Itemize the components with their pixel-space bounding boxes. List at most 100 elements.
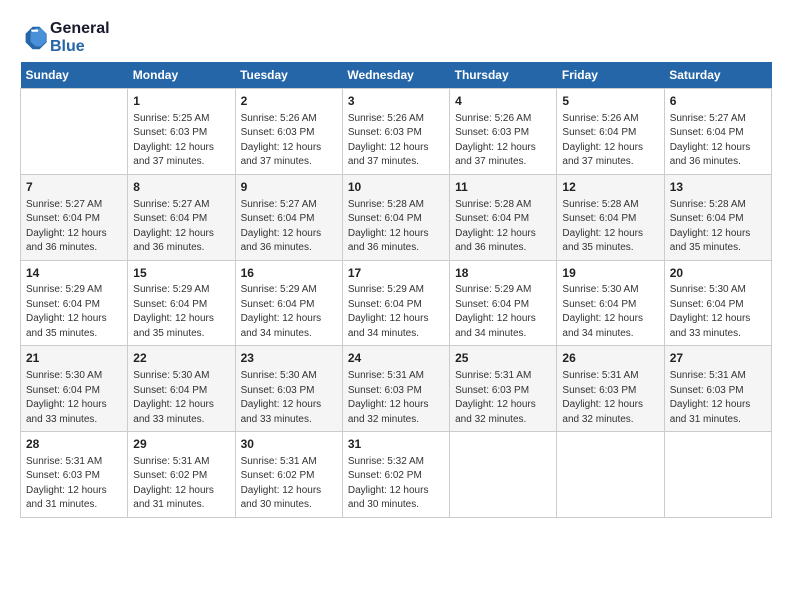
day-info: Sunrise: 5:31 AM Sunset: 6:02 PM Dayligh… — [133, 455, 229, 513]
page-header: General Blue — [20, 20, 772, 56]
weekday-header-tuesday: Tuesday — [235, 62, 342, 89]
weekday-header-wednesday: Wednesday — [342, 62, 449, 89]
day-info: Sunrise: 5:29 AM Sunset: 6:04 PM Dayligh… — [348, 283, 444, 341]
calendar-week-row: 14Sunrise: 5:29 AM Sunset: 6:04 PM Dayli… — [21, 260, 772, 346]
day-number: 9 — [241, 179, 337, 196]
calendar-cell: 17Sunrise: 5:29 AM Sunset: 6:04 PM Dayli… — [342, 260, 449, 346]
calendar-cell: 18Sunrise: 5:29 AM Sunset: 6:04 PM Dayli… — [450, 260, 557, 346]
calendar-cell: 4 Sunrise: 5:26 AM Sunset: 6:03 PM Daylig… — [450, 89, 557, 175]
day-info: Sunrise: 5:31 AM Sunset: 6:02 PM Dayligh… — [241, 455, 337, 513]
day-number: 14 — [26, 265, 122, 282]
day-info: Sunrise: 5:27 AM Sunset: 6:04 PM Dayligh… — [670, 112, 766, 170]
day-number: 26 — [562, 350, 658, 367]
day-info: Sunrise: 5:26 AM Sunset: 6:03 PM Dayligh… — [348, 112, 444, 170]
day-number: 24 — [348, 350, 444, 367]
day-info: Sunrise: 5:28 AM Sunset: 6:04 PM Dayligh… — [455, 198, 551, 256]
day-info: Sunrise: 5:27 AM Sunset: 6:04 PM Dayligh… — [26, 198, 122, 256]
calendar-cell: 29 Sunrise: 5:31 AM Sunset: 6:02 PM Dayli… — [128, 432, 235, 518]
day-info: Sunrise: 5:32 AM Sunset: 6:02 PM Dayligh… — [348, 455, 444, 513]
day-info: Sunrise: 5:31 AM Sunset: 6:03 PM Dayligh… — [562, 369, 658, 427]
logo-icon — [20, 24, 48, 52]
day-number: 6 — [670, 93, 766, 110]
day-number: 4 — [455, 93, 551, 110]
calendar-cell: 14Sunrise: 5:29 AM Sunset: 6:04 PM Dayli… — [21, 260, 128, 346]
day-info: Sunrise: 5:31 AM Sunset: 6:03 PM Dayligh… — [348, 369, 444, 427]
calendar-cell — [450, 432, 557, 518]
calendar-week-row: 28 Sunrise: 5:31 AM Sunset: 6:03 PM Dayli… — [21, 432, 772, 518]
calendar-cell: 10 Sunrise: 5:28 AM Sunset: 6:04 PM Dayli… — [342, 174, 449, 260]
calendar-cell: 22 Sunrise: 5:30 AM Sunset: 6:04 PM Dayli… — [128, 346, 235, 432]
day-number: 10 — [348, 179, 444, 196]
calendar-cell: 27 Sunrise: 5:31 AM Sunset: 6:03 PM Dayli… — [664, 346, 771, 432]
day-number: 21 — [26, 350, 122, 367]
day-info: Sunrise: 5:30 AM Sunset: 6:04 PM Dayligh… — [133, 369, 229, 427]
calendar-cell: 15Sunrise: 5:29 AM Sunset: 6:04 PM Dayli… — [128, 260, 235, 346]
calendar-cell: 5 Sunrise: 5:26 AM Sunset: 6:04 PM Daylig… — [557, 89, 664, 175]
day-info: Sunrise: 5:30 AM Sunset: 6:04 PM Dayligh… — [562, 283, 658, 341]
calendar-week-row: 1Sunrise: 5:25 AM Sunset: 6:03 PM Daylig… — [21, 89, 772, 175]
day-info: Sunrise: 5:31 AM Sunset: 6:03 PM Dayligh… — [670, 369, 766, 427]
calendar-cell — [557, 432, 664, 518]
calendar-cell: 20Sunrise: 5:30 AM Sunset: 6:04 PM Dayli… — [664, 260, 771, 346]
day-number: 12 — [562, 179, 658, 196]
calendar-cell: 28 Sunrise: 5:31 AM Sunset: 6:03 PM Dayli… — [21, 432, 128, 518]
calendar-cell: 12 Sunrise: 5:28 AM Sunset: 6:04 PM Dayli… — [557, 174, 664, 260]
day-number: 5 — [562, 93, 658, 110]
calendar-cell: 26 Sunrise: 5:31 AM Sunset: 6:03 PM Dayli… — [557, 346, 664, 432]
day-info: Sunrise: 5:31 AM Sunset: 6:03 PM Dayligh… — [455, 369, 551, 427]
day-info: Sunrise: 5:27 AM Sunset: 6:04 PM Dayligh… — [133, 198, 229, 256]
day-number: 16 — [241, 265, 337, 282]
day-info: Sunrise: 5:26 AM Sunset: 6:03 PM Dayligh… — [455, 112, 551, 170]
calendar-cell: 25 Sunrise: 5:31 AM Sunset: 6:03 PM Dayli… — [450, 346, 557, 432]
day-info: Sunrise: 5:31 AM Sunset: 6:03 PM Dayligh… — [26, 455, 122, 513]
calendar-table: SundayMondayTuesdayWednesdayThursdayFrid… — [20, 62, 772, 518]
day-info: Sunrise: 5:28 AM Sunset: 6:04 PM Dayligh… — [348, 198, 444, 256]
calendar-cell: 11 Sunrise: 5:28 AM Sunset: 6:04 PM Dayli… — [450, 174, 557, 260]
day-info: Sunrise: 5:26 AM Sunset: 6:03 PM Dayligh… — [241, 112, 337, 170]
calendar-cell: 31Sunrise: 5:32 AM Sunset: 6:02 PM Dayli… — [342, 432, 449, 518]
calendar-cell: 9 Sunrise: 5:27 AM Sunset: 6:04 PM Daylig… — [235, 174, 342, 260]
day-number: 28 — [26, 436, 122, 453]
calendar-cell: 23Sunrise: 5:30 AM Sunset: 6:03 PM Dayli… — [235, 346, 342, 432]
calendar-cell: 7 Sunrise: 5:27 AM Sunset: 6:04 PM Daylig… — [21, 174, 128, 260]
calendar-cell: 21Sunrise: 5:30 AM Sunset: 6:04 PM Dayli… — [21, 346, 128, 432]
calendar-week-row: 21 Sunrise: 5:30 AM Sunset: 6:04 PM Dayli… — [21, 346, 772, 432]
day-number: 25 — [455, 350, 551, 367]
day-info: Sunrise: 5:29 AM Sunset: 6:04 PM Dayligh… — [133, 283, 229, 341]
day-info: Sunrise: 5:29 AM Sunset: 6:04 PM Dayligh… — [26, 283, 122, 341]
day-number: 20 — [670, 265, 766, 282]
calendar-cell: 1Sunrise: 5:25 AM Sunset: 6:03 PM Daylig… — [128, 89, 235, 175]
day-number: 7 — [26, 179, 122, 196]
day-info: Sunrise: 5:28 AM Sunset: 6:04 PM Dayligh… — [562, 198, 658, 256]
day-info: Sunrise: 5:29 AM Sunset: 6:04 PM Dayligh… — [455, 283, 551, 341]
day-number: 2 — [241, 93, 337, 110]
calendar-cell: 3Sunrise: 5:26 AM Sunset: 6:03 PM Daylig… — [342, 89, 449, 175]
weekday-header-friday: Friday — [557, 62, 664, 89]
calendar-cell: 13 Sunrise: 5:28 AM Sunset: 6:04 PM Dayli… — [664, 174, 771, 260]
day-number: 22 — [133, 350, 229, 367]
day-info: Sunrise: 5:27 AM Sunset: 6:04 PM Dayligh… — [241, 198, 337, 256]
day-info: Sunrise: 5:30 AM Sunset: 6:04 PM Dayligh… — [670, 283, 766, 341]
day-number: 11 — [455, 179, 551, 196]
day-number: 13 — [670, 179, 766, 196]
calendar-cell — [664, 432, 771, 518]
weekday-header-saturday: Saturday — [664, 62, 771, 89]
calendar-week-row: 7 Sunrise: 5:27 AM Sunset: 6:04 PM Daylig… — [21, 174, 772, 260]
day-number: 30 — [241, 436, 337, 453]
calendar-cell: 8 Sunrise: 5:27 AM Sunset: 6:04 PM Daylig… — [128, 174, 235, 260]
logo: General Blue — [20, 20, 110, 56]
calendar-cell: 2 Sunrise: 5:26 AM Sunset: 6:03 PM Daylig… — [235, 89, 342, 175]
calendar-cell: 16Sunrise: 5:29 AM Sunset: 6:04 PM Dayli… — [235, 260, 342, 346]
day-number: 8 — [133, 179, 229, 196]
calendar-cell: 24 Sunrise: 5:31 AM Sunset: 6:03 PM Dayli… — [342, 346, 449, 432]
day-info: Sunrise: 5:26 AM Sunset: 6:04 PM Dayligh… — [562, 112, 658, 170]
day-info: Sunrise: 5:30 AM Sunset: 6:03 PM Dayligh… — [241, 369, 337, 427]
logo-blue: Blue — [50, 38, 110, 56]
calendar-cell: 19Sunrise: 5:30 AM Sunset: 6:04 PM Dayli… — [557, 260, 664, 346]
day-number: 27 — [670, 350, 766, 367]
day-number: 29 — [133, 436, 229, 453]
day-number: 18 — [455, 265, 551, 282]
weekday-header-monday: Monday — [128, 62, 235, 89]
calendar-cell: 6 Sunrise: 5:27 AM Sunset: 6:04 PM Daylig… — [664, 89, 771, 175]
day-info: Sunrise: 5:28 AM Sunset: 6:04 PM Dayligh… — [670, 198, 766, 256]
